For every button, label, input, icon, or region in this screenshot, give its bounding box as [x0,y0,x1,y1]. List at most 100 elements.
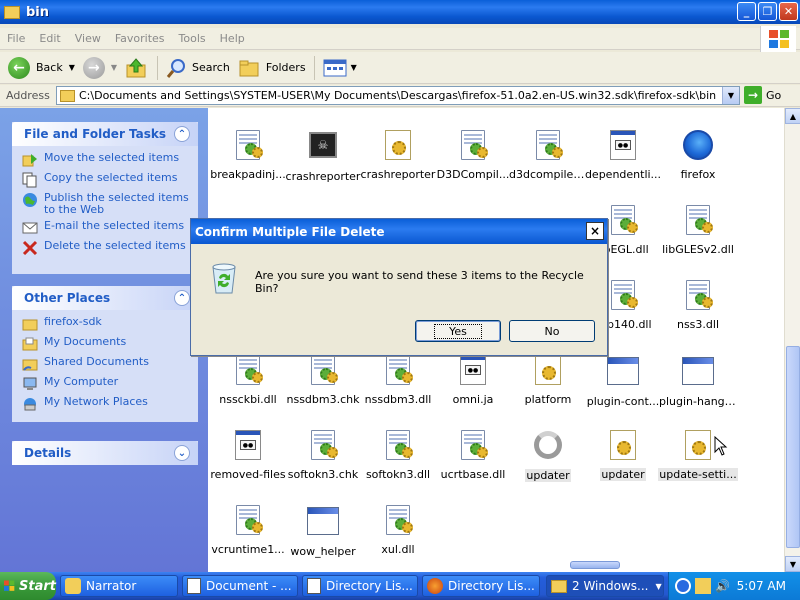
email-items-link[interactable]: E-mail the selected items [22,220,192,236]
menu-edit[interactable]: Edit [32,32,67,45]
place-my-network[interactable]: My Network Places [22,396,192,412]
place-my-documents[interactable]: My Documents [22,336,192,352]
vertical-scrollbar[interactable]: ▲ ▼ [784,108,800,572]
dll-file-icon [311,355,338,385]
place-my-computer[interactable]: My Computer [22,376,192,392]
scroll-down-button[interactable]: ▼ [785,556,800,572]
file-item[interactable]: crashreporter [358,130,438,184]
taskbar-item-directory-2[interactable]: Directory Lis... [422,575,540,597]
config-file-icon [685,430,711,460]
file-item[interactable]: softokn3.dll [358,430,438,484]
file-folder-tasks-header[interactable]: File and Folder Tasks ⌃ [12,122,198,146]
file-item[interactable]: firefox [658,130,738,184]
file-item[interactable]: vcruntime1... [208,505,288,559]
file-item-selected[interactable]: updater [508,430,588,485]
back-arrow-icon: ← [8,56,30,79]
copy-items-link[interactable]: Copy the selected items [22,172,192,188]
file-item[interactable]: nssdbm3.dll [358,355,438,409]
expand-icon[interactable]: ⌄ [174,445,190,461]
file-item[interactable]: ☠ crashreporter [283,130,363,186]
file-item[interactable]: ●● omni.ja [433,355,513,409]
menu-tools[interactable]: Tools [172,32,213,45]
dll-file-icon [386,355,413,385]
folders-button[interactable]: Folders [234,54,310,82]
taskbar-item-directory-1[interactable]: Directory Lis... [302,575,418,597]
other-places-panel: Other Places ⌃ firefox-sdk My Documents … [12,286,198,422]
back-button[interactable]: ← Back ▼ [4,54,79,82]
file-item[interactable]: nssckbi.dll [208,355,288,409]
file-item[interactable]: plugin-cont... [583,355,663,411]
maximize-button[interactable]: ❐ [758,2,777,21]
minimize-button[interactable]: _ [737,2,756,21]
folder-icon [22,319,38,331]
address-dropdown-button[interactable]: ▼ [722,87,739,104]
dialog-close-button[interactable]: × [586,222,604,240]
up-folder-icon [126,57,146,77]
updater-icon [534,431,562,459]
volume-icon[interactable]: 🔊 [715,579,730,593]
computer-icon [23,377,37,390]
scroll-up-button[interactable]: ▲ [785,108,800,124]
forward-button[interactable]: → ▼ [79,54,121,82]
file-item-selected[interactable]: updater [583,430,663,484]
file-item[interactable]: D3DCompil... [433,130,513,184]
up-folder-button[interactable] [121,54,153,82]
collapse-icon[interactable]: ⌃ [174,290,190,306]
go-button[interactable]: → Go [744,86,781,104]
file-item[interactable]: ucrtbase.dll [433,430,513,484]
chevron-down-icon[interactable]: ▼ [69,63,75,72]
narrator-icon [65,578,81,594]
globe-icon [23,193,37,207]
clock[interactable]: 5:07 AM [737,579,786,593]
place-shared-documents[interactable]: Shared Documents [22,356,192,372]
dialog-title: Confirm Multiple File Delete [191,219,607,244]
yes-button[interactable]: Yes [415,320,501,342]
scroll-thumb[interactable] [786,346,800,548]
taskbar-item-windows-group[interactable]: 2 Windows... ▼ [546,575,664,597]
chevron-down-icon[interactable]: ▼ [111,63,117,72]
file-item[interactable]: wow_helper [283,505,363,561]
file-item[interactable]: breakpadinj... [208,130,288,184]
address-label: Address [6,89,50,102]
accessibility-icon[interactable] [695,578,711,594]
horizontal-scroll-indicator[interactable] [570,561,620,569]
address-input[interactable]: C:\Documents and Settings\SYSTEM-USER\My… [56,86,740,105]
file-item[interactable]: d3dcompiler... [508,130,588,184]
file-item[interactable]: nssdbm3.chk [283,355,363,409]
config-file-icon [535,355,561,385]
file-item[interactable]: ●● removed-files [208,430,288,484]
application-icon [682,357,714,385]
security-shield-icon[interactable] [675,578,691,594]
file-item[interactable]: plugin-hang-ui [658,355,738,411]
system-tray: 🔊 5:07 AM [668,572,800,600]
network-icon [24,398,36,411]
menu-help[interactable]: Help [213,32,252,45]
search-button[interactable]: Search [162,54,234,82]
menu-file[interactable]: File [0,32,32,45]
file-item[interactable]: xul.dll [358,505,438,559]
file-item[interactable]: platform [508,355,588,409]
publish-items-link[interactable]: Publish the selected items to the Web [22,192,192,216]
views-button[interactable]: ▼ [319,54,361,82]
file-item[interactable]: softokn3.chk [283,430,363,484]
address-bar: Address C:\Documents and Settings\SYSTEM… [0,85,800,107]
no-button[interactable]: No [509,320,595,342]
file-item[interactable]: ●● dependentli... [583,130,663,184]
start-button[interactable]: Start [0,572,56,600]
delete-items-link[interactable]: Delete the selected items [22,240,192,256]
menu-favorites[interactable]: Favorites [108,32,172,45]
file-item[interactable]: nss3.dll [658,280,738,334]
close-button[interactable]: ✕ [779,2,798,21]
taskbar-item-narrator[interactable]: Narrator [60,575,178,597]
details-header[interactable]: Details ⌄ [12,441,198,465]
other-places-header[interactable]: Other Places ⌃ [12,286,198,310]
place-firefox-sdk[interactable]: firefox-sdk [22,316,192,332]
collapse-icon[interactable]: ⌃ [174,126,190,142]
generic-file-icon: ●● [610,130,636,160]
move-items-link[interactable]: Move the selected items [22,152,192,168]
taskbar-item-document[interactable]: Document - ... [182,575,298,597]
menu-view[interactable]: View [68,32,108,45]
dll-file-icon [236,355,263,385]
dll-file-icon [611,205,638,235]
file-item[interactable]: libGLESv2.dll [658,205,738,259]
